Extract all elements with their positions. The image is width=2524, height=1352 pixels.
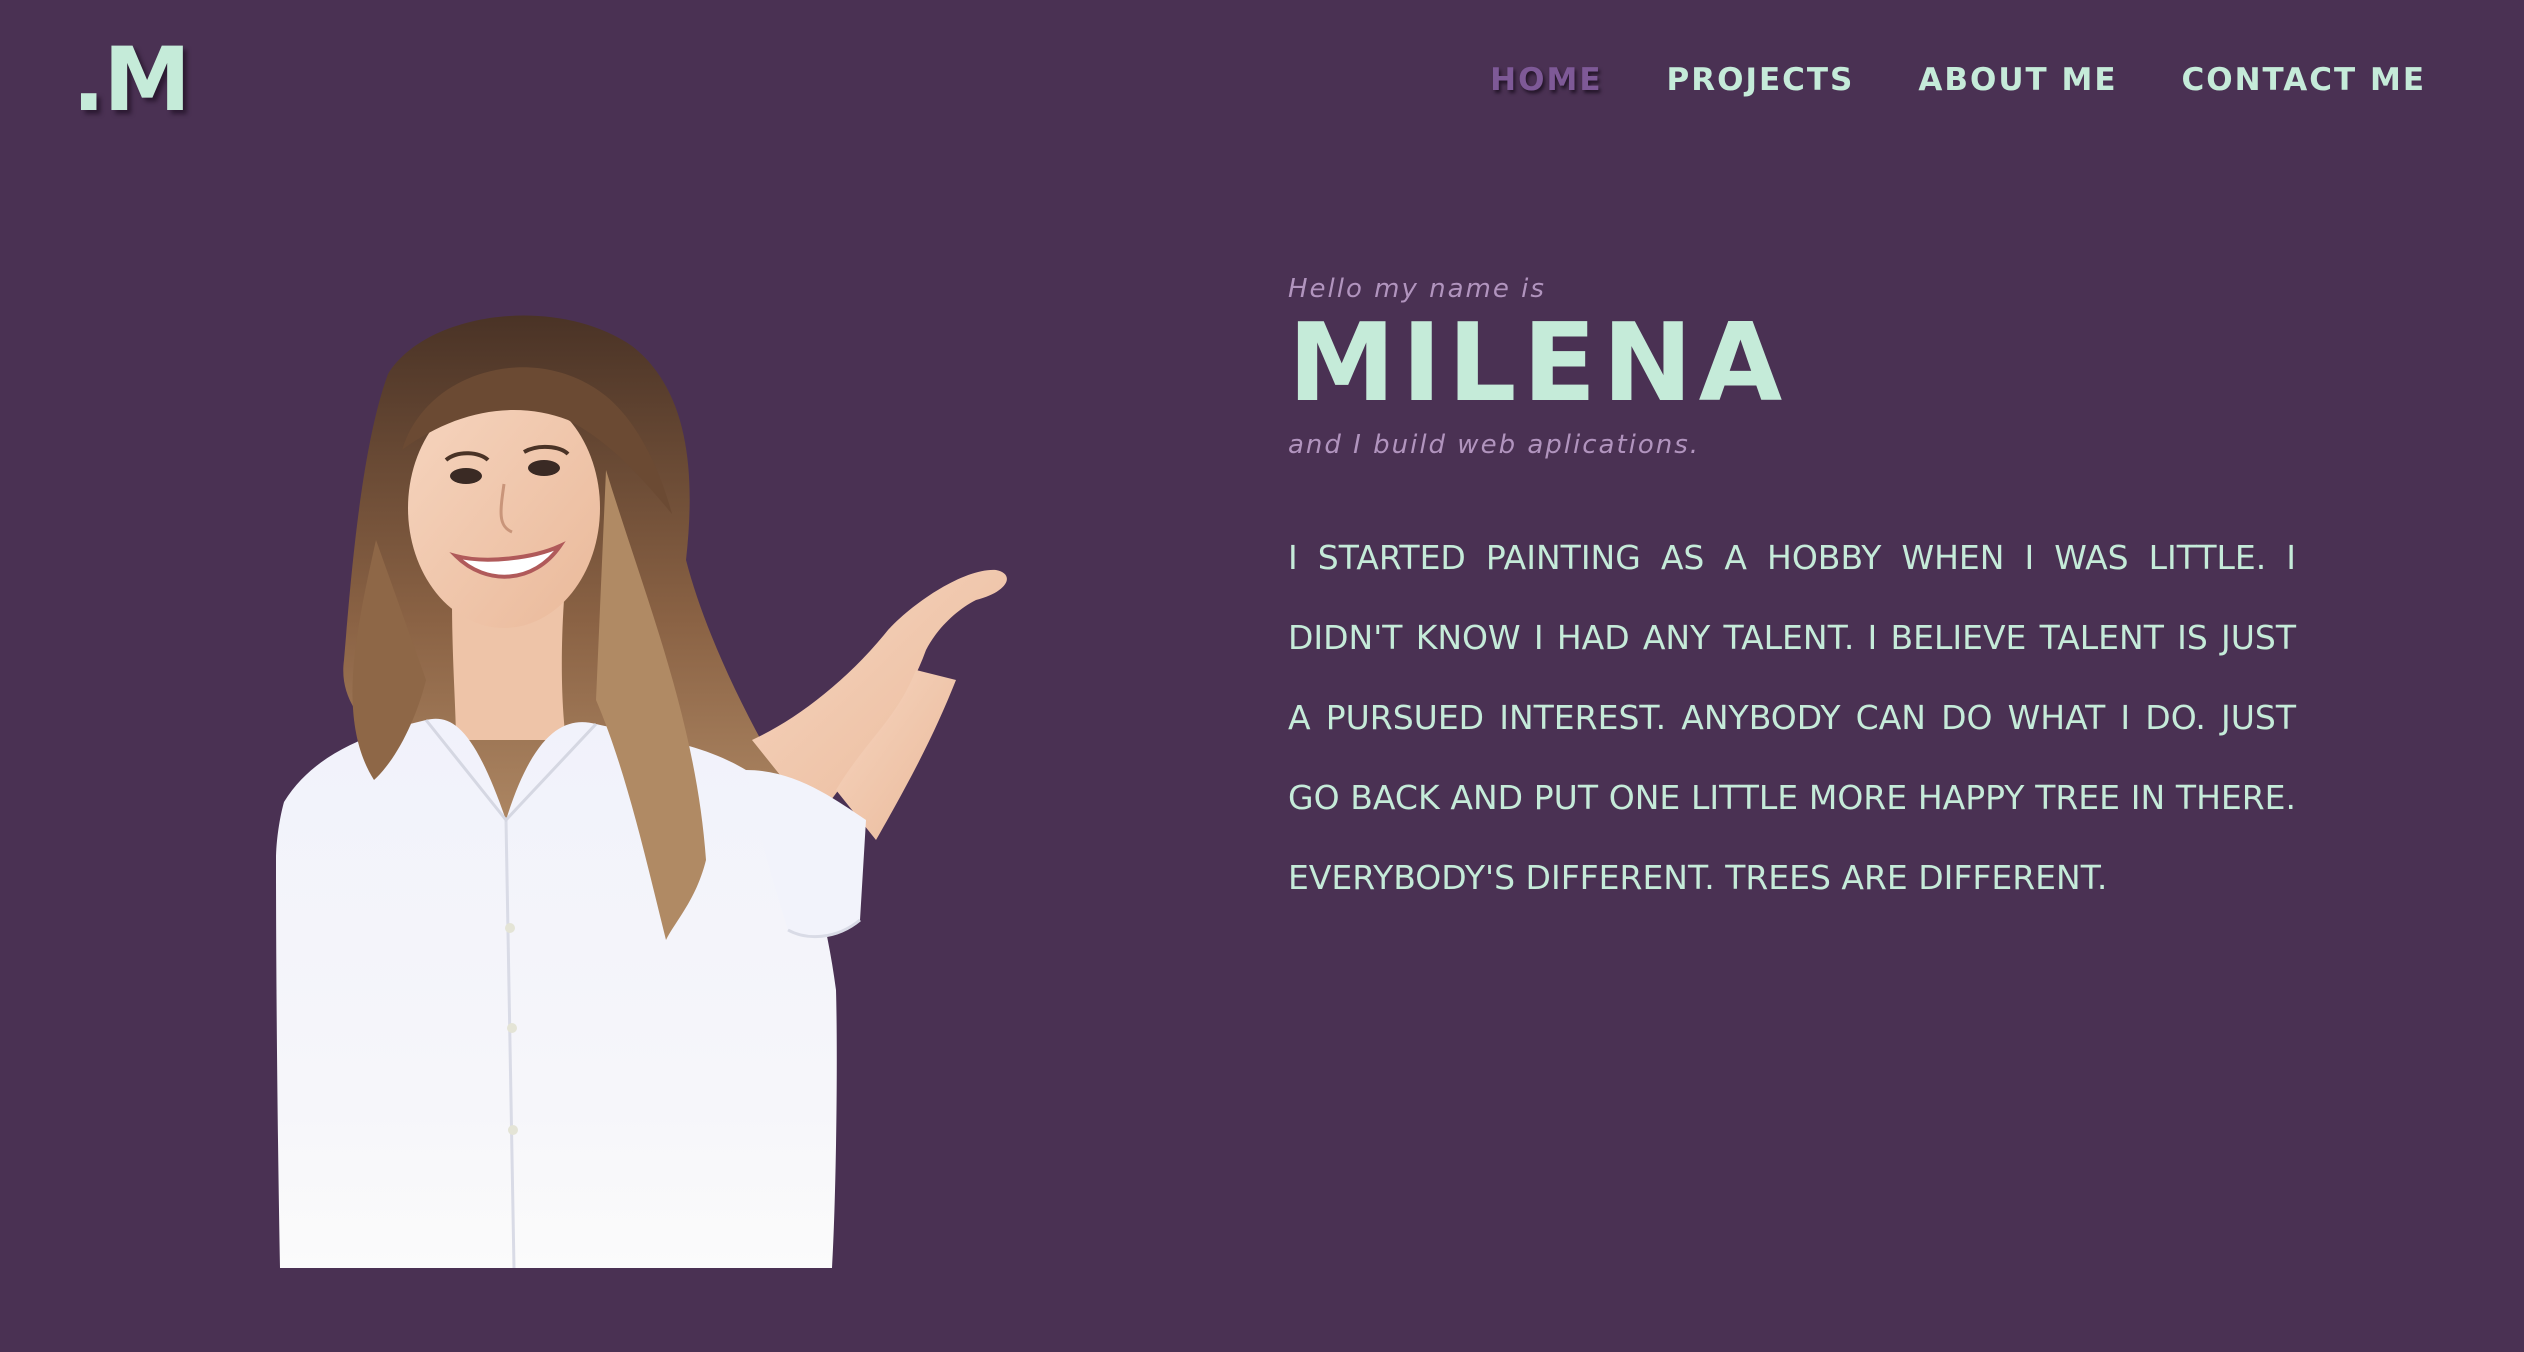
site-logo[interactable]: .M	[72, 36, 191, 124]
nav-item: ABOUT ME	[1918, 58, 2117, 102]
nav-item: CONTACT ME	[2182, 58, 2427, 102]
main-nav: HOME PROJECTS ABOUT ME CONTACT ME	[1490, 58, 2426, 102]
nav-item: HOME	[1490, 58, 1602, 102]
hero-greeting: Hello my name is	[1288, 274, 1546, 304]
hero-bio: I STARTED PAINTING AS A HOBBY WHEN I WAS…	[1288, 538, 2296, 897]
nav-about-link[interactable]: ABOUT ME	[1918, 58, 2117, 102]
hero-portrait-photo	[276, 315, 1007, 1268]
hero-name: MILENA	[1288, 301, 1789, 426]
nav-home-link[interactable]: HOME	[1490, 58, 1602, 102]
nav-contact-link[interactable]: CONTACT ME	[2182, 58, 2427, 102]
hero-intro: Hello my name is MILENA and I build web …	[1288, 274, 2296, 918]
nav-projects-link[interactable]: PROJECTS	[1667, 58, 1855, 102]
hero-tagline: and I build web aplications.	[1288, 430, 1701, 460]
nav-item: PROJECTS	[1667, 58, 1855, 102]
